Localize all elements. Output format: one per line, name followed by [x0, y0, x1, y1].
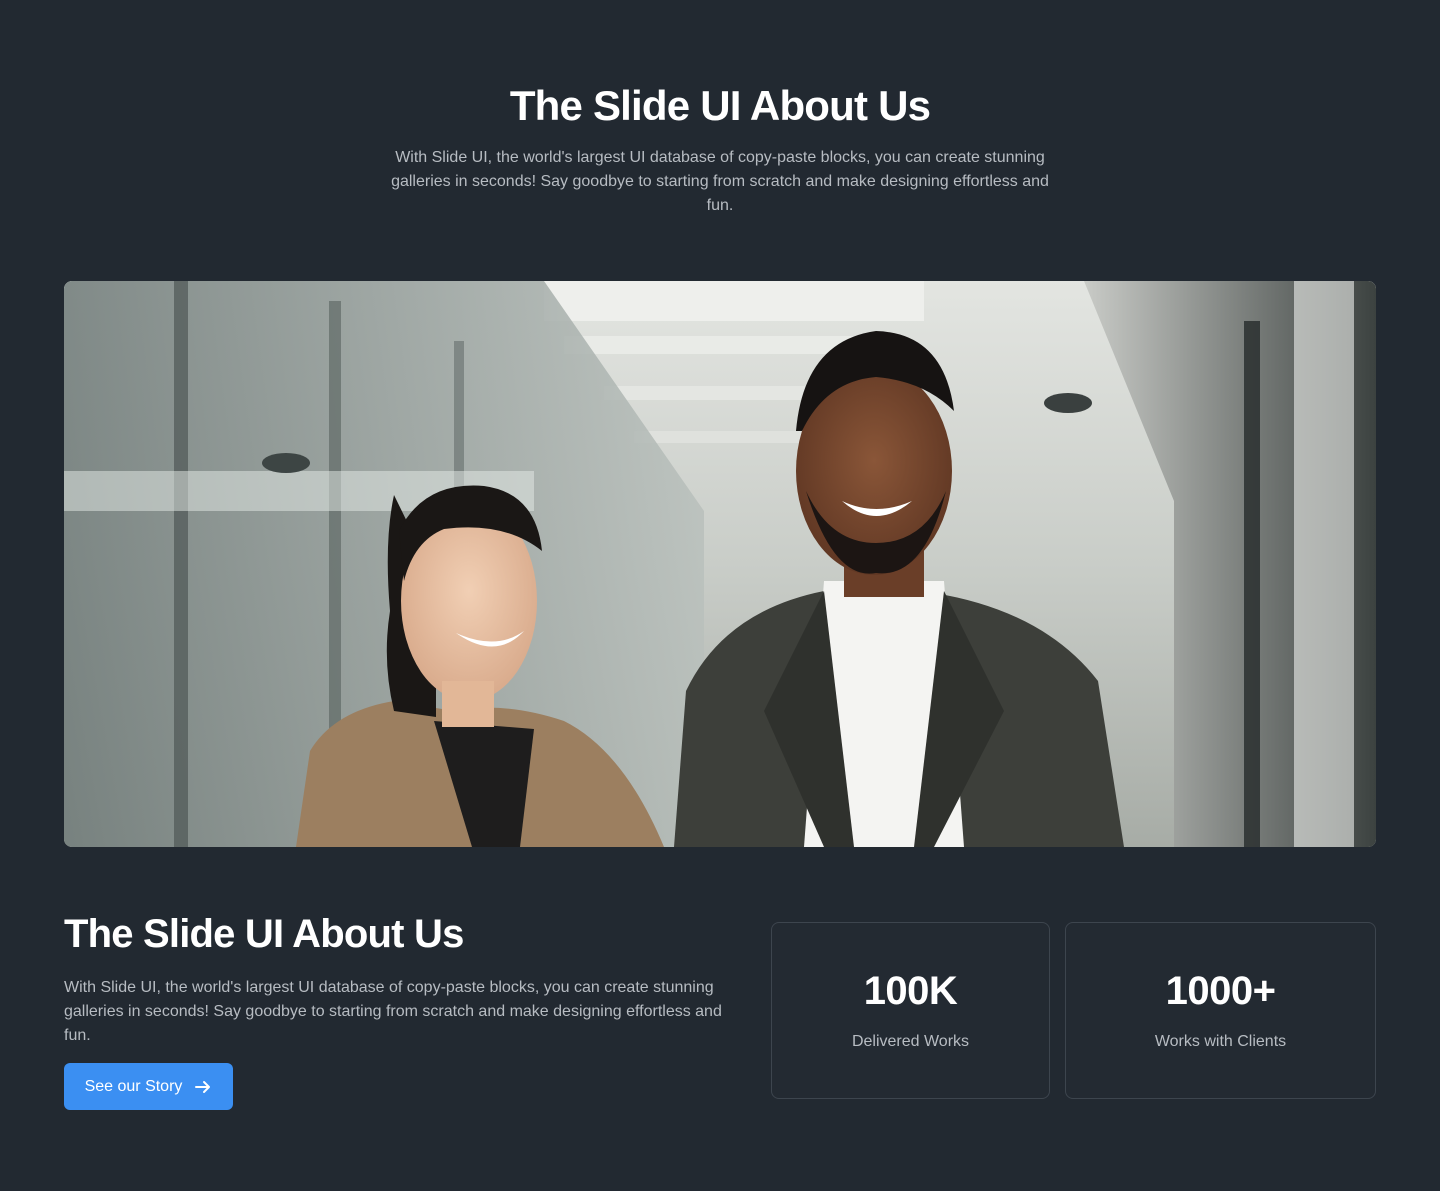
team-photo — [64, 281, 1376, 847]
stat-value: 100K — [863, 969, 958, 1013]
about-page: The Slide UI About Us With Slide UI, the… — [0, 0, 1440, 1191]
about-title: The Slide UI About Us — [64, 912, 464, 956]
stat-value: 1000+ — [1165, 969, 1276, 1013]
about-description: With Slide UI, the world's largest UI da… — [64, 979, 722, 1044]
stat-card-clients: 1000+ Works with Clients — [1065, 922, 1376, 1099]
see-our-story-button[interactable]: See our Story — [64, 1063, 233, 1110]
stat-card-delivered: 100K Delivered Works — [771, 922, 1050, 1099]
hero-title: The Slide UI About Us — [509, 82, 931, 129]
stat-label: Delivered Works — [851, 1033, 970, 1050]
hero-description: With Slide UI, the world's largest UI da… — [391, 149, 1049, 214]
see-our-story-label: See our Story — [84, 1077, 183, 1095]
stat-label: Works with Clients — [1154, 1033, 1287, 1050]
arrow-right-icon — [195, 1080, 211, 1093]
